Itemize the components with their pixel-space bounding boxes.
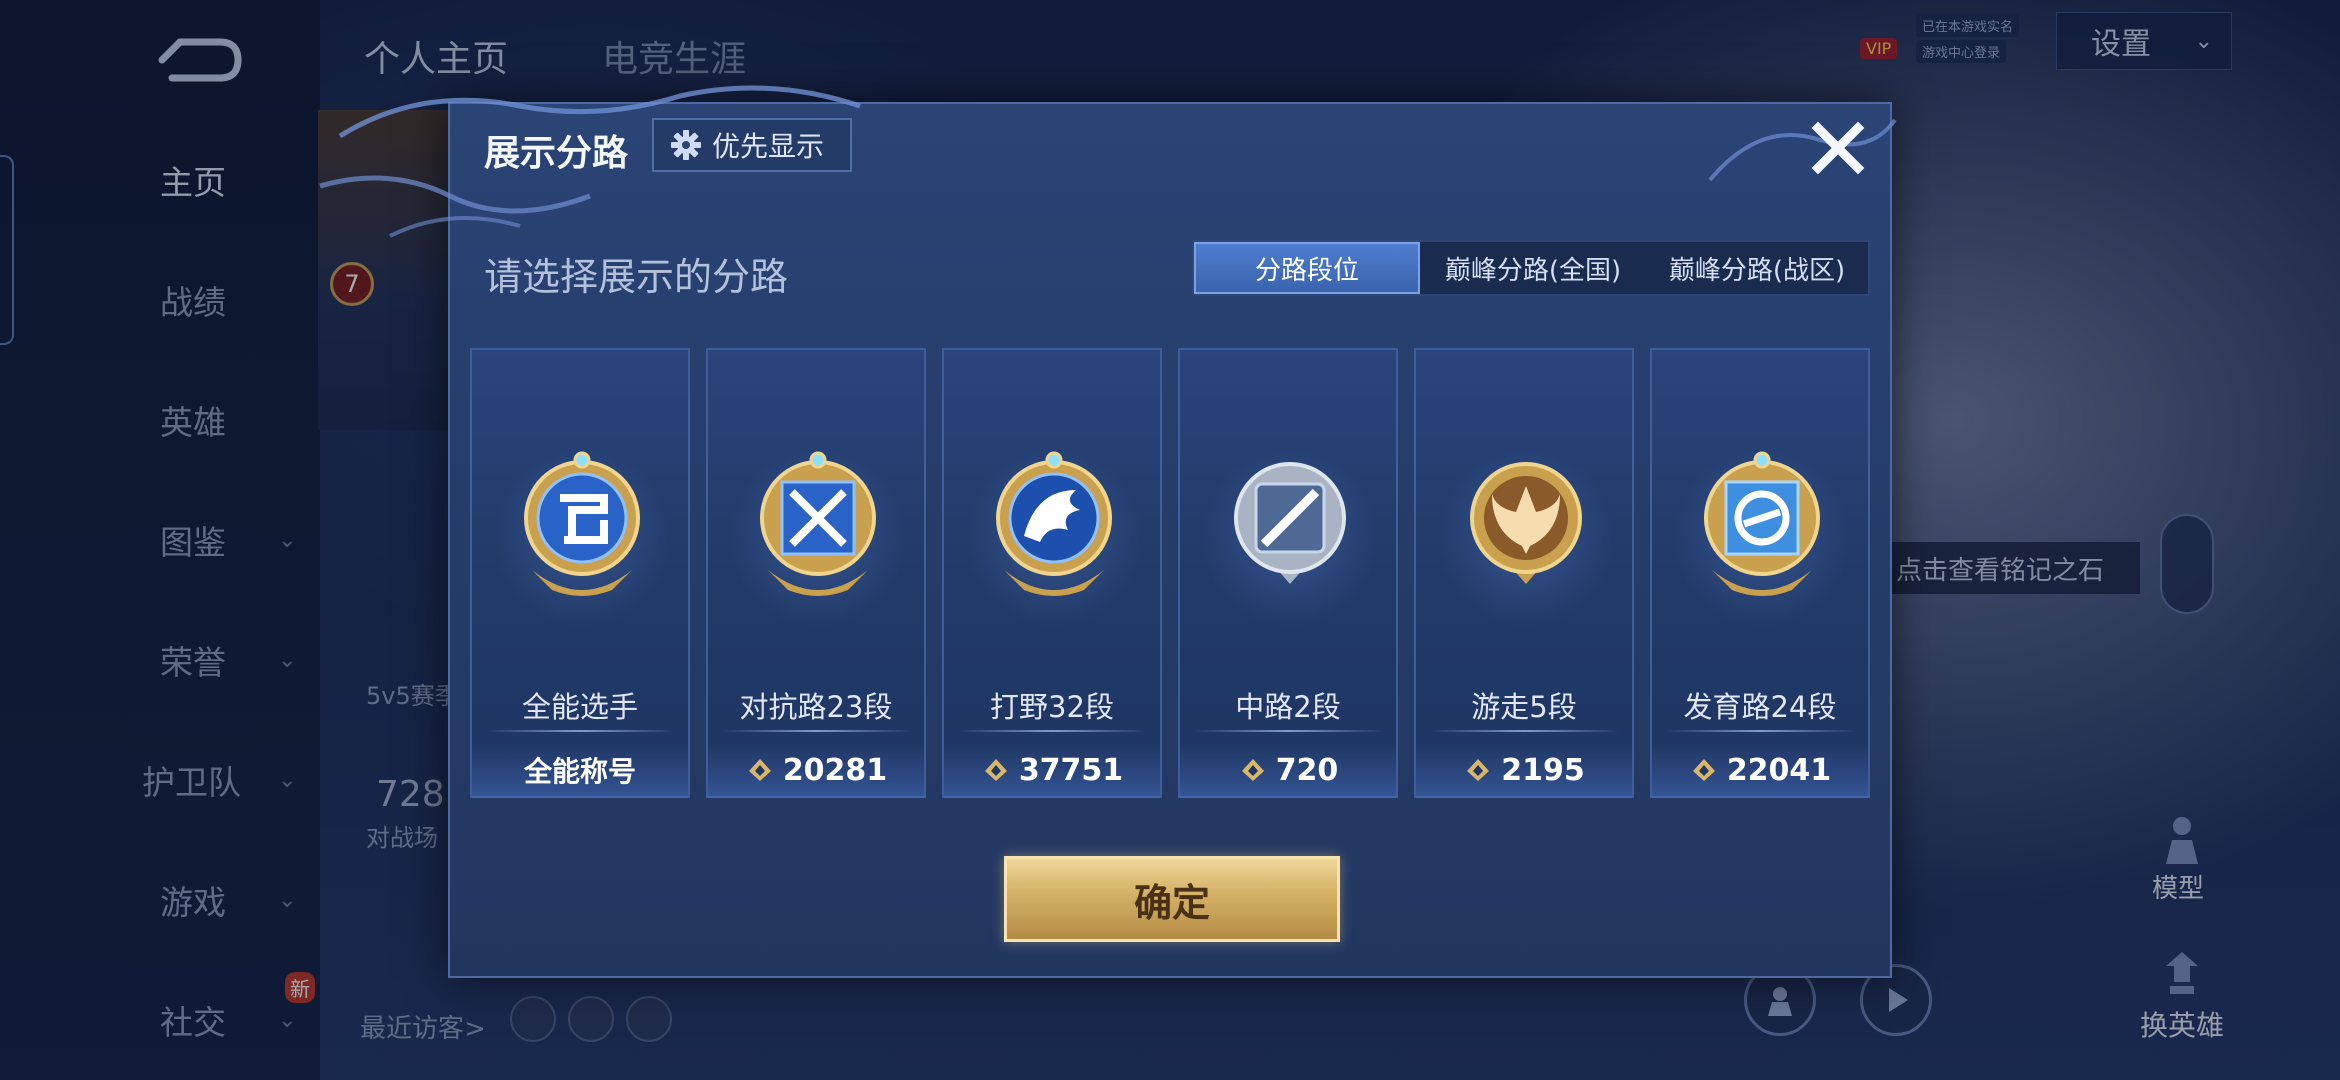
close-button[interactable] bbox=[1808, 118, 1868, 178]
all-round-title: 全能称号 bbox=[523, 755, 636, 788]
rank-points-icon bbox=[1241, 759, 1264, 781]
mid-lane-emblem-icon bbox=[1234, 462, 1346, 584]
lane-card-roam[interactable]: 游走5段 2195 bbox=[1414, 348, 1634, 798]
rank-points-icon bbox=[748, 759, 771, 781]
lane-score: 720 bbox=[1275, 752, 1339, 788]
lane-score: 2195 bbox=[1501, 752, 1585, 788]
lane-name: 发育路24段 bbox=[1683, 690, 1837, 724]
lane-name: 对抗路23段 bbox=[739, 690, 893, 724]
lane-rank-tabs: 分路段位 巅峰分路(全国) 巅峰分路(战区) bbox=[1192, 240, 1870, 296]
all-round-emblem-icon bbox=[524, 451, 640, 596]
lane-name: 中路2段 bbox=[1235, 690, 1341, 724]
priority-display-label: 优先显示 bbox=[712, 130, 825, 163]
select-lane-prompt: 请选择展示的分路 bbox=[484, 255, 789, 299]
header-corner-decoration bbox=[1708, 118, 1897, 182]
close-icon bbox=[1811, 121, 1865, 175]
lane-score: 20281 bbox=[782, 752, 888, 788]
rank-points-icon bbox=[1692, 759, 1715, 781]
lane-score: 22041 bbox=[1726, 752, 1832, 788]
rank-points-icon bbox=[984, 759, 1007, 781]
jungle-emblem-icon bbox=[996, 451, 1112, 596]
farm-lane-emblem-icon bbox=[1704, 451, 1820, 596]
lane-name: 游走5段 bbox=[1471, 690, 1577, 724]
lane-score: 37751 bbox=[1018, 752, 1124, 788]
tab-peak-lane-region[interactable]: 巅峰分路(战区) bbox=[1646, 242, 1868, 294]
lane-card-mid-lane[interactable]: 中路2段 720 bbox=[1178, 348, 1398, 798]
lane-card-farm-lane[interactable]: 发育路24段 22041 bbox=[1650, 348, 1870, 798]
tab-lane-rank[interactable]: 分路段位 bbox=[1194, 242, 1420, 294]
dialog-title: 展示分路 bbox=[484, 133, 629, 174]
display-lane-dialog: 展示分路 优先显示 请选择展示的分路 分路段位 巅峰分路(全国) 巅峰分路(战区… bbox=[319, 85, 1897, 978]
lane-card-clash-lane[interactable]: 对抗路23段 20281 bbox=[706, 348, 926, 798]
priority-display-button[interactable]: 优先显示 bbox=[652, 118, 852, 172]
lane-card-all-round[interactable]: 全能选手 全能称号 bbox=[470, 348, 690, 798]
confirm-button[interactable]: 确定 bbox=[1004, 856, 1340, 942]
gear-icon bbox=[671, 130, 701, 160]
clash-lane-emblem-icon bbox=[760, 451, 876, 596]
lane-name: 全能选手 bbox=[521, 690, 638, 724]
lane-name: 打野32段 bbox=[990, 690, 1114, 724]
lane-card-jungle[interactable]: 打野32段 37751 bbox=[942, 348, 1162, 798]
rank-points-icon bbox=[1467, 759, 1490, 781]
tab-peak-lane-national[interactable]: 巅峰分路(全国) bbox=[1420, 242, 1646, 294]
roam-emblem-icon bbox=[1470, 462, 1582, 584]
